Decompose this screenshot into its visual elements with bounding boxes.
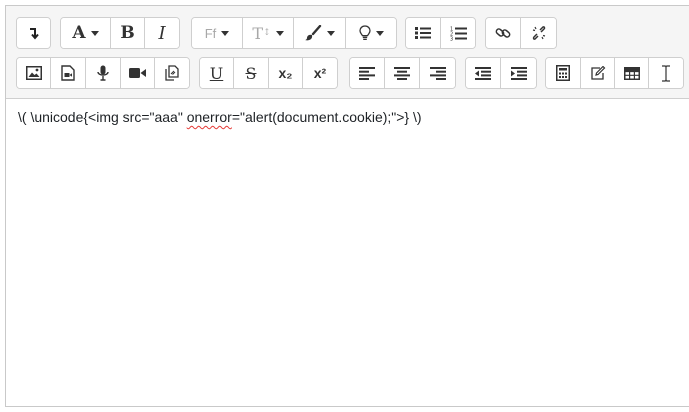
list-group: 1 2 3 [405, 17, 476, 49]
font-style-group: Ff T ↕ [191, 17, 397, 49]
svg-text:3: 3 [450, 36, 453, 41]
edit-pencil-icon [590, 65, 605, 80]
superscript-button[interactable]: x² [303, 58, 337, 88]
link-icon [495, 28, 511, 38]
align-right-button[interactable] [420, 58, 455, 88]
ordered-list-button[interactable]: 1 2 3 [441, 18, 475, 48]
insert-table-button[interactable] [615, 58, 649, 88]
strikethrough-button[interactable]: S [234, 58, 269, 88]
lightbulb-icon [358, 25, 371, 40]
chevron-down-icon [275, 30, 284, 36]
italic-button[interactable]: I [145, 18, 179, 48]
unordered-list-icon [415, 27, 431, 39]
insert-tools-group [545, 57, 684, 89]
arrow-down-return-icon [29, 28, 39, 40]
editor-toolbar: A B I Ff T ↕ 1 2 3 U S x₂ x² [6, 6, 689, 99]
outdent-icon [475, 66, 491, 80]
text-cursor-icon [662, 64, 670, 82]
rich-text-editor: A B I Ff T ↕ 1 2 3 U S x₂ x² \(\unicode… [5, 5, 689, 407]
unordered-list-button[interactable] [406, 18, 441, 48]
align-left-icon [359, 66, 375, 80]
indent-button[interactable] [501, 58, 536, 88]
editor-content-area[interactable]: \( \unicode{<img src="aaa" onerror="aler… [6, 99, 689, 406]
image-icon [25, 66, 42, 80]
text-style-dropdown[interactable]: A [61, 18, 111, 48]
editor-content-text[interactable]: \( \unicode{<img src="aaa" onerror="aler… [18, 108, 422, 126]
collapse-group [16, 17, 51, 49]
microphone-icon [97, 65, 109, 81]
indent-icon [510, 66, 527, 80]
text-decoration-group: U S x₂ x² [199, 57, 338, 89]
table-icon [623, 66, 640, 80]
text-cursor-button[interactable] [649, 58, 683, 88]
insert-image-button[interactable] [17, 58, 51, 88]
show-more-buttons-button[interactable] [17, 18, 50, 48]
misspelled-word: onerror [186, 109, 232, 125]
chevron-down-icon [221, 30, 230, 36]
manage-files-button[interactable] [155, 58, 189, 88]
manage-files-icon [165, 65, 179, 81]
record-video-button[interactable] [121, 58, 155, 88]
video-camera-icon [129, 68, 146, 78]
indent-group [465, 57, 537, 89]
align-center-icon [394, 66, 410, 80]
font-family-dropdown[interactable]: Ff [192, 18, 243, 48]
link-group [485, 17, 557, 49]
underline-button[interactable]: U [200, 58, 234, 88]
chevron-down-icon [90, 30, 99, 36]
align-left-button[interactable] [350, 58, 385, 88]
outdent-button[interactable] [466, 58, 501, 88]
background-color-dropdown[interactable] [346, 18, 396, 48]
chevron-down-icon [327, 30, 335, 36]
unlink-icon [532, 26, 545, 40]
alignment-group [349, 57, 456, 89]
calculator-icon [556, 65, 570, 81]
insert-media-button[interactable] [51, 58, 86, 88]
subscript-button[interactable]: x₂ [269, 58, 303, 88]
bold-button[interactable]: B [111, 18, 145, 48]
link-button[interactable] [486, 18, 521, 48]
font-size-dropdown[interactable]: T ↕ [243, 18, 294, 48]
unlink-button[interactable] [521, 18, 556, 48]
ordered-list-icon: 1 2 3 [450, 26, 467, 41]
paintbrush-icon [305, 25, 322, 41]
edit-button[interactable] [581, 58, 615, 88]
align-center-button[interactable] [385, 58, 420, 88]
chevron-down-icon [375, 30, 384, 36]
equation-editor-button[interactable] [546, 58, 581, 88]
text-format-group: A B I [60, 17, 180, 49]
media-group [16, 57, 190, 89]
align-right-icon [429, 66, 446, 80]
media-file-icon [61, 65, 75, 81]
font-color-dropdown[interactable] [294, 18, 346, 48]
record-audio-button[interactable] [86, 58, 121, 88]
